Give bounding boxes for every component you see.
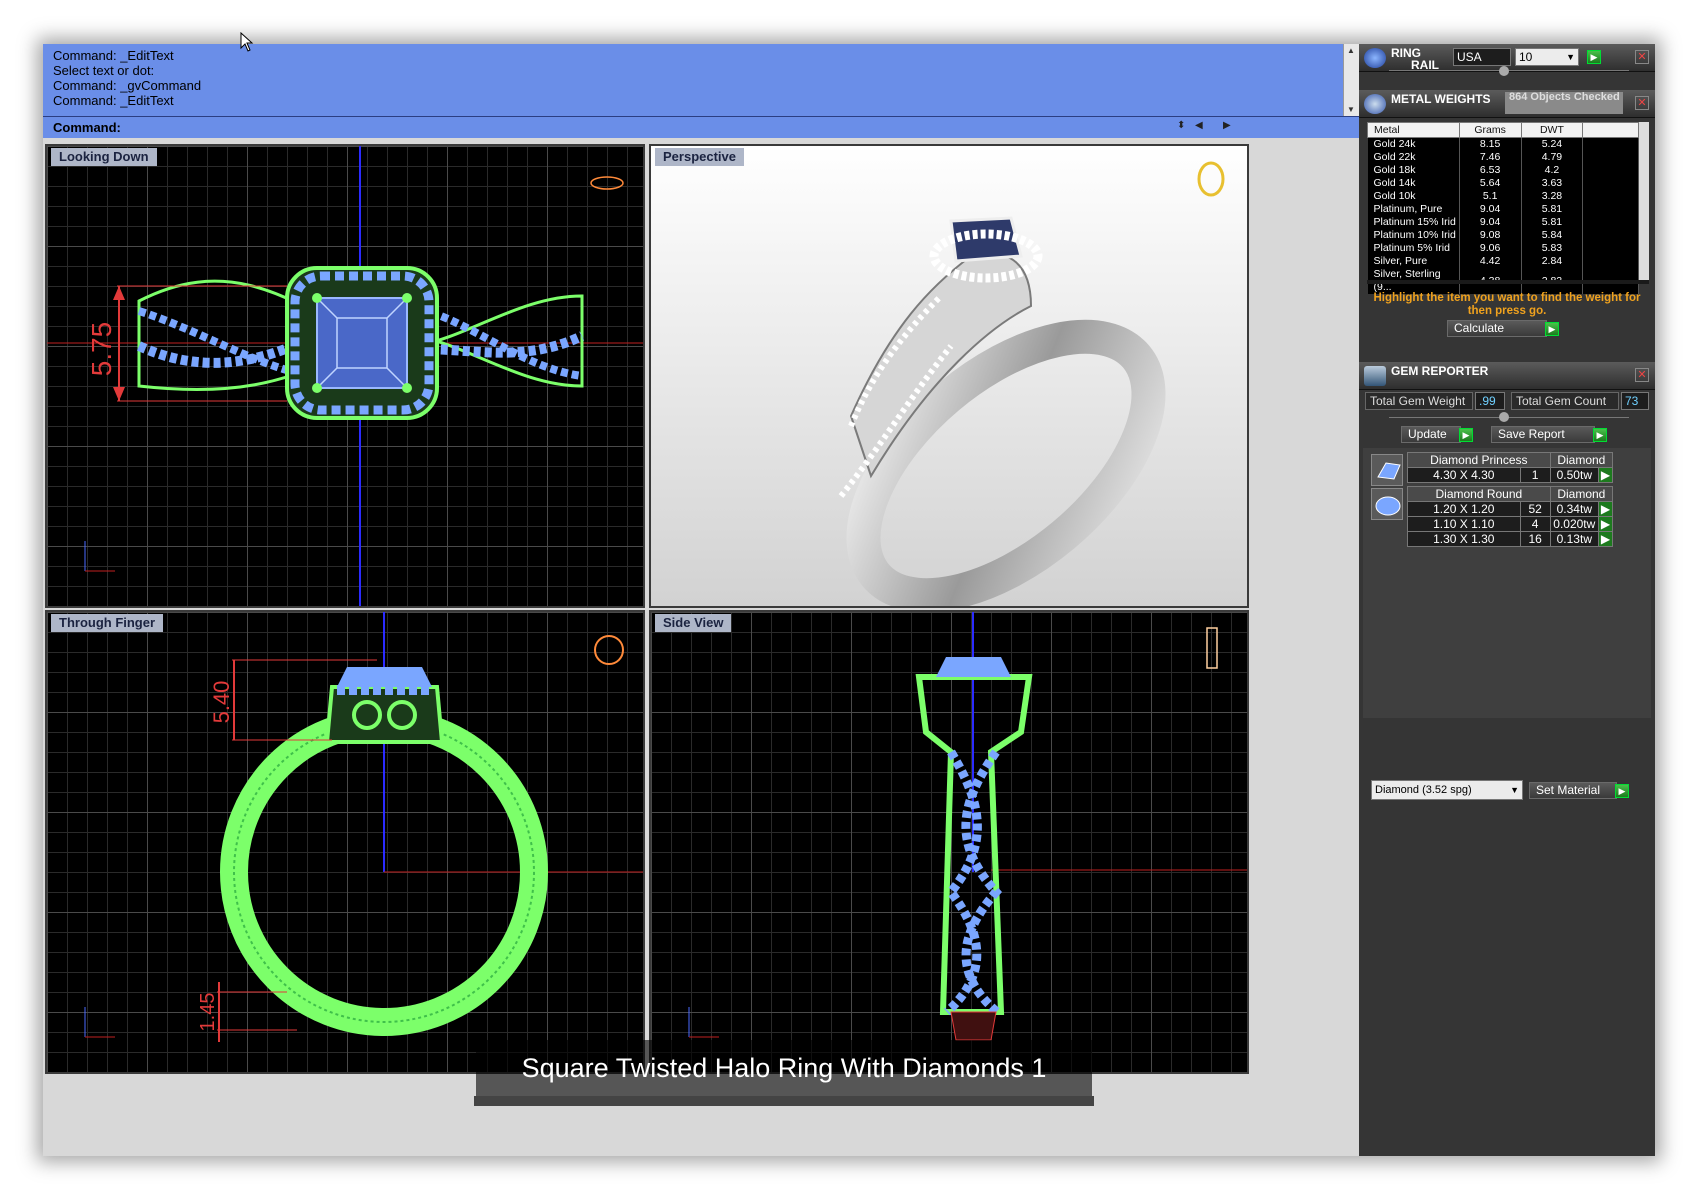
ring-rail-icon bbox=[1364, 48, 1386, 68]
metal-row[interactable]: Platinum, Pure 9.04 5.81 bbox=[1367, 203, 1639, 216]
ring-top-wireframe bbox=[47, 146, 643, 606]
ring-rail-label: RING RAIL bbox=[1391, 46, 1440, 72]
chevron-down-icon[interactable]: ▼ bbox=[1566, 49, 1575, 65]
column-header[interactable]: DWT bbox=[1520, 122, 1584, 138]
metal-row[interactable]: Gold 18k 6.53 4.2 bbox=[1367, 164, 1639, 177]
metal-row[interactable]: Gold 22k 7.46 4.79 bbox=[1367, 151, 1639, 164]
calculate-go-button[interactable]: ▶ bbox=[1545, 322, 1559, 336]
viewport-top[interactable]: Looking Down 5.75 bbox=[45, 144, 645, 608]
select-gem-button[interactable]: ▶ bbox=[1597, 467, 1614, 483]
gem-type: Diamond bbox=[1549, 486, 1614, 502]
metal-weights-title: METAL WEIGHTS bbox=[1391, 92, 1491, 106]
application-window: Command: _EditText Select text or dot: C… bbox=[43, 44, 1655, 1156]
metal-weights-table[interactable]: Metal Grams DWT Gold 24k 8.15 5.24 Gold 22k… bbox=[1367, 122, 1639, 294]
viewport-front[interactable]: Through Finger 5.40 1.45 bbox=[45, 610, 645, 1074]
scroll-down-icon[interactable]: ▼ bbox=[1347, 105, 1355, 114]
set-material-go-button[interactable]: ▶ bbox=[1615, 784, 1629, 798]
table-scrollbar[interactable] bbox=[1639, 122, 1649, 280]
total-gem-weight-label: Total Gem Weight bbox=[1365, 392, 1473, 410]
caption-bar bbox=[474, 1096, 1094, 1106]
viewport-title[interactable]: Perspective bbox=[655, 148, 744, 166]
column-header[interactable]: Metal bbox=[1367, 122, 1460, 138]
scroll-left-icon[interactable]: ◀ bbox=[1195, 120, 1203, 131]
calculate-button[interactable]: Calculate bbox=[1447, 320, 1547, 337]
scroll-up-icon[interactable]: ▲ bbox=[1347, 46, 1355, 55]
gem-reporter-header: GEM REPORTER ✕ bbox=[1359, 362, 1655, 390]
total-gem-weight-value: .99 bbox=[1475, 392, 1505, 410]
scale-icon bbox=[1364, 94, 1386, 114]
select-gem-button[interactable]: ▶ bbox=[1597, 531, 1614, 547]
metal-row[interactable]: Silver, Pure 4.42 2.84 bbox=[1367, 255, 1639, 268]
viewport-side[interactable]: Side View bbox=[649, 610, 1249, 1074]
command-line: Command: _EditText bbox=[53, 48, 174, 63]
metal-row[interactable]: Platinum 5% Irid 9.06 5.83 bbox=[1367, 242, 1639, 255]
report-icon bbox=[1364, 366, 1386, 386]
command-line: Command: _gvCommand bbox=[53, 78, 202, 93]
princess-diamond-icon bbox=[1371, 454, 1403, 486]
ring-front-wireframe bbox=[84, 612, 643, 1042]
total-gem-count-value: 73 bbox=[1621, 392, 1649, 410]
metal-row[interactable]: Platinum 10% Irid 9.08 5.84 bbox=[1367, 229, 1639, 242]
mouse-cursor-icon bbox=[240, 32, 254, 52]
viewport-perspective[interactable]: Perspective bbox=[649, 144, 1249, 608]
metal-row[interactable]: Gold 24k 8.15 5.24 bbox=[1367, 137, 1639, 151]
video-caption: Square Twisted Halo Ring With Diamonds 1 bbox=[476, 1040, 1092, 1096]
gem-group-princess[interactable]: Diamond Princess Diamond 4.30 X 4.30 1 0.50… bbox=[1407, 452, 1614, 483]
slider-handle[interactable] bbox=[1499, 412, 1509, 422]
total-gem-count-label: Total Gem Count bbox=[1511, 392, 1619, 410]
save-report-button[interactable]: Save Report bbox=[1491, 426, 1595, 443]
viewport-title[interactable]: Side View bbox=[655, 614, 732, 632]
viewport-title[interactable]: Through Finger bbox=[51, 614, 164, 632]
set-material-button[interactable]: Set Material bbox=[1529, 782, 1617, 799]
slider-handle[interactable] bbox=[1499, 66, 1509, 76]
metal-weight-hint: Highlight the item you want to find the … bbox=[1373, 292, 1641, 317]
gem-group-round[interactable]: Diamond Round Diamond 1.20 X 1.20 52 0.34tw… bbox=[1407, 486, 1614, 547]
country-select[interactable]: USA bbox=[1453, 48, 1511, 66]
side-panel: RING RAIL USA 10 ▼ ▶ ✕ METAL WEIGHTS 864 … bbox=[1359, 44, 1655, 1156]
column-header[interactable]: Grams bbox=[1458, 122, 1522, 138]
update-go-button[interactable]: ▶ bbox=[1459, 428, 1473, 442]
ring-rail-go-button[interactable]: ▶ bbox=[1587, 50, 1601, 64]
chevron-down-icon[interactable]: ▼ bbox=[1510, 781, 1519, 799]
ring-size-select[interactable]: 10 ▼ bbox=[1515, 48, 1579, 66]
ring-render bbox=[838, 161, 1225, 606]
metal-row[interactable]: Gold 14k 5.64 3.63 bbox=[1367, 177, 1639, 190]
viewport-title[interactable]: Looking Down bbox=[51, 148, 157, 166]
command-prompt-label: Command: bbox=[53, 120, 121, 135]
update-button[interactable]: Update bbox=[1401, 426, 1461, 443]
select-gem-button[interactable]: ▶ bbox=[1597, 501, 1614, 517]
metal-weights-header: METAL WEIGHTS 864 Objects Checked ✕ bbox=[1359, 90, 1655, 118]
scroll-right-icon[interactable]: ▶ bbox=[1223, 120, 1231, 131]
gem-name: Diamond Round bbox=[1407, 486, 1551, 502]
material-select[interactable]: Diamond (3.52 spg) ▼ bbox=[1371, 780, 1523, 800]
metal-row[interactable]: Gold 10k 5.1 3.28 bbox=[1367, 190, 1639, 203]
command-line: Command: _EditText bbox=[53, 93, 174, 108]
close-icon[interactable]: ✕ bbox=[1635, 50, 1649, 64]
select-gem-button[interactable]: ▶ bbox=[1597, 516, 1614, 532]
save-report-go-button[interactable]: ▶ bbox=[1593, 428, 1607, 442]
close-icon[interactable]: ✕ bbox=[1635, 96, 1649, 110]
round-diamond-icon bbox=[1371, 488, 1403, 520]
gem-reporter-title: GEM REPORTER bbox=[1391, 364, 1489, 378]
gem-type: Diamond bbox=[1549, 452, 1614, 468]
spin-icon[interactable]: ⬍ bbox=[1177, 120, 1185, 131]
objects-checked-status: 864 Objects Checked bbox=[1505, 92, 1623, 114]
ring-side-wireframe bbox=[688, 612, 1247, 1041]
metal-row[interactable]: Platinum 15% Irid 9.04 5.81 bbox=[1367, 216, 1639, 229]
command-line: Select text or dot: bbox=[53, 63, 155, 78]
close-icon[interactable]: ✕ bbox=[1635, 368, 1649, 382]
command-scrollbar[interactable]: ▲ ▼ bbox=[1343, 44, 1359, 116]
command-input[interactable]: Command: ⬍ ◀ ▶ bbox=[43, 116, 1359, 138]
gem-name: Diamond Princess bbox=[1407, 452, 1551, 468]
